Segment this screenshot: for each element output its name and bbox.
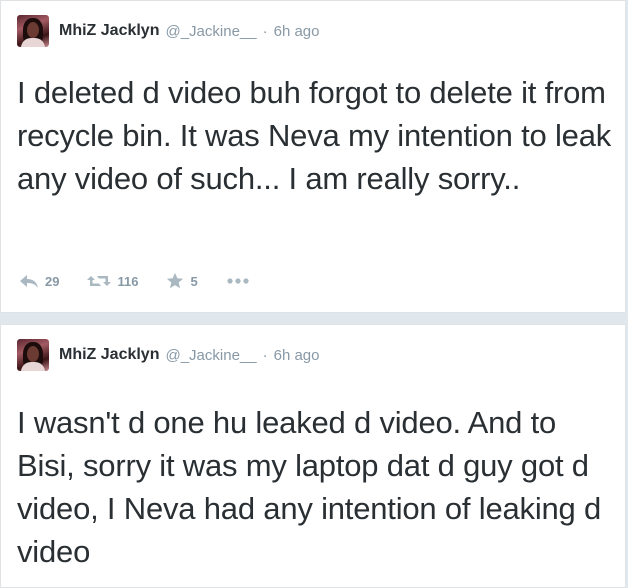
tweet-card[interactable]: MhiZ Jacklyn @_Jackine__ · 6h ago I dele… [0, 0, 626, 313]
more-icon [226, 277, 250, 285]
reply-icon [19, 273, 39, 289]
tweet-card[interactable]: MhiZ Jacklyn @_Jackine__ · 6h ago I wasn… [0, 324, 626, 588]
user-handle[interactable]: @_Jackine__ [165, 23, 256, 40]
tweet-text: I deleted d video buh forgot to delete i… [17, 75, 612, 196]
separator-dot: · [262, 22, 268, 40]
retweet-button[interactable]: 116 [87, 273, 138, 289]
favorite-button[interactable]: 5 [166, 272, 198, 290]
avatar[interactable] [17, 15, 49, 47]
tweet-timestamp[interactable]: 6h ago [274, 23, 320, 40]
tweet-header: MhiZ Jacklyn @_Jackine__ · 6h ago [17, 15, 320, 47]
tweet-actions: 29 116 5 [19, 269, 278, 293]
retweet-count: 116 [117, 273, 139, 289]
more-button[interactable] [226, 277, 250, 285]
user-handle[interactable]: @_Jackine__ [165, 347, 256, 364]
separator-dot: · [262, 346, 268, 364]
user-name[interactable]: MhiZ Jacklyn [59, 22, 159, 40]
favorite-count: 5 [190, 273, 198, 289]
reply-count: 29 [45, 273, 60, 289]
user-name[interactable]: MhiZ Jacklyn [59, 346, 159, 364]
avatar[interactable] [17, 339, 49, 371]
reply-button[interactable]: 29 [19, 273, 59, 289]
tweet-text: I wasn't d one hu leaked d video. And to… [17, 405, 602, 569]
tweet-header: MhiZ Jacklyn @_Jackine__ · 6h ago [17, 339, 320, 371]
tweet-timestamp[interactable]: 6h ago [274, 347, 320, 364]
favorite-icon [166, 272, 184, 290]
retweet-icon [87, 273, 112, 289]
